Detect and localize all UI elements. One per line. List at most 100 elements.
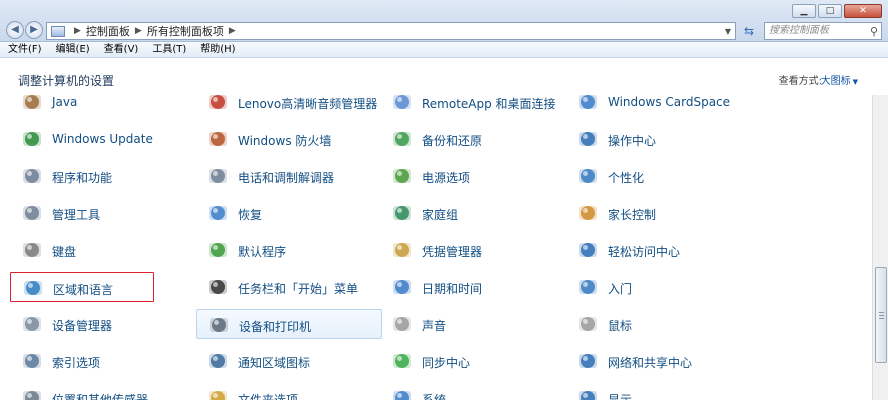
firewall-icon xyxy=(206,127,230,151)
breadcrumb-arrow-icon[interactable]: ▶ xyxy=(135,26,142,36)
taskbar-icon xyxy=(206,275,230,299)
control-panel-item[interactable]: 索引选项 xyxy=(10,346,180,376)
scroll-thumb[interactable] xyxy=(875,267,887,363)
title-bar: ▁ □ ✕ ◀ ▶ ▾ ▶ 控制面板 ▶ 所有控制面板项 ▶ ▼ ⇆ 搜索控制面… xyxy=(0,0,888,42)
control-panel-item-label: 日期和时间 xyxy=(422,282,483,296)
control-panel-item[interactable]: 管理工具 xyxy=(10,198,180,228)
control-panel-item[interactable]: 显示 xyxy=(566,383,736,400)
view-by-dropdown[interactable]: 大图标 ▼ xyxy=(821,72,858,87)
control-panel-item[interactable]: 鼠标 xyxy=(566,309,736,339)
close-button[interactable]: ✕ xyxy=(844,4,882,18)
breadcrumb-all-items[interactable]: 所有控制面板项 xyxy=(147,23,224,39)
cardspace-icon xyxy=(576,95,600,114)
control-panel-item-label: 凭据管理器 xyxy=(422,245,483,259)
control-panel-item-label: 鼠标 xyxy=(608,319,633,333)
control-panel-item[interactable]: 程序和功能 xyxy=(10,161,180,191)
control-panel-items: Java Lenovo高清晰音频管理器 RemoteApp 和桌面连接 Windows… xyxy=(0,95,872,400)
control-panel-item-label: 通知区域图标 xyxy=(238,356,311,370)
control-panel-item[interactable]: 位置和其他传感器 xyxy=(10,383,180,400)
back-button[interactable]: ◀ xyxy=(6,21,24,39)
getting-started-icon xyxy=(576,275,600,299)
control-panel-item[interactable]: 备份和还原 xyxy=(380,124,550,154)
breadcrumb-arrow-icon[interactable]: ▶ xyxy=(74,26,81,36)
control-panel-item-label: 键盘 xyxy=(52,245,77,259)
menu-edit[interactable]: 编辑(E) xyxy=(48,42,96,57)
content-header: 调整计算机的设置 查看方式: 大图标 ▼ xyxy=(0,59,888,95)
control-panel-item[interactable]: 同步中心 xyxy=(380,346,550,376)
control-panel-item-label: Windows 防火墙 xyxy=(238,134,332,148)
parental-controls-icon xyxy=(576,201,600,225)
control-panel-item[interactable]: 轻松访问中心 xyxy=(566,235,736,265)
date-time-icon xyxy=(390,275,414,299)
control-panel-item[interactable]: 默认程序 xyxy=(196,235,366,265)
sync-center-icon xyxy=(390,349,414,373)
control-panel-item[interactable]: 系统 xyxy=(380,383,550,400)
control-panel-item[interactable]: 键盘 xyxy=(10,235,180,265)
control-panel-item-label: Lenovo高清晰音频管理器 xyxy=(238,97,378,111)
control-panel-item[interactable]: 电话和调制解调器 xyxy=(196,161,366,191)
address-dropdown-icon[interactable]: ▼ xyxy=(725,27,731,36)
control-panel-item[interactable]: 文件夹选项 xyxy=(196,383,366,400)
personalization-icon xyxy=(576,164,600,188)
control-panel-item[interactable]: Lenovo高清晰音频管理器 xyxy=(196,95,377,117)
sound-icon xyxy=(390,312,414,336)
menu-file[interactable]: 文件(F) xyxy=(0,42,48,57)
control-panel-item-label: 程序和功能 xyxy=(52,171,113,185)
control-panel-item-label: 电话和调制解调器 xyxy=(238,171,335,185)
control-panel-item[interactable]: 区域和语言 xyxy=(10,272,154,302)
control-panel-item[interactable]: Windows Update xyxy=(10,124,180,154)
control-panel-item[interactable]: 凭据管理器 xyxy=(380,235,550,265)
java-icon xyxy=(20,95,44,114)
control-panel-item[interactable]: 入门 xyxy=(566,272,736,302)
control-panel-item[interactable]: 家长控制 xyxy=(566,198,736,228)
window-controls: ▁ □ ✕ xyxy=(792,4,882,18)
windows-update-icon xyxy=(20,127,44,151)
control-panel-item-label: 入门 xyxy=(608,282,633,296)
control-panel-item[interactable]: 个性化 xyxy=(566,161,736,191)
vertical-scrollbar[interactable] xyxy=(872,95,888,400)
notification-icon xyxy=(206,349,230,373)
control-panel-item[interactable]: 设备管理器 xyxy=(10,309,180,339)
menu-tools[interactable]: 工具(T) xyxy=(144,42,192,57)
breadcrumb-arrow-icon[interactable]: ▶ xyxy=(229,26,236,36)
control-panel-item-label: 恢复 xyxy=(238,208,263,222)
minimize-button[interactable]: ▁ xyxy=(792,4,816,18)
control-panel-item[interactable]: 声音 xyxy=(380,309,550,339)
refresh-icon[interactable]: ⇆ xyxy=(738,22,760,40)
control-panel-item[interactable]: 任务栏和「开始」菜单 xyxy=(196,272,366,302)
system-icon xyxy=(390,386,414,400)
address-bar[interactable]: ▶ 控制面板 ▶ 所有控制面板项 ▶ ▼ xyxy=(46,22,736,40)
maximize-button[interactable]: □ xyxy=(818,4,842,18)
page-title: 调整计算机的设置 xyxy=(18,74,115,88)
view-by-value: 大图标 xyxy=(820,76,851,87)
control-panel-item-label: 设备和打印机 xyxy=(239,320,312,334)
control-panel-item[interactable]: 电源选项 xyxy=(380,161,550,191)
control-panel-item[interactable]: RemoteApp 和桌面连接 xyxy=(380,95,556,117)
control-panel-item[interactable]: 设备和打印机 xyxy=(196,309,382,339)
control-panel-item[interactable]: 通知区域图标 xyxy=(196,346,366,376)
menu-bar: 文件(F) 编辑(E) 查看(V) 工具(T) 帮助(H) xyxy=(0,42,888,58)
search-icon[interactable]: ⚲ xyxy=(870,24,878,40)
control-panel-item[interactable]: 网络和共享中心 xyxy=(566,346,736,376)
control-panel-item[interactable]: 操作中心 xyxy=(566,124,736,154)
control-panel-item[interactable]: Java xyxy=(10,95,180,117)
default-programs-icon xyxy=(206,238,230,262)
menu-help[interactable]: 帮助(H) xyxy=(192,42,241,57)
control-panel-item-label: RemoteApp 和桌面连接 xyxy=(422,97,556,111)
homegroup-icon xyxy=(390,201,414,225)
menu-view[interactable]: 查看(V) xyxy=(96,42,145,57)
control-panel-item[interactable]: 恢复 xyxy=(196,198,366,228)
folder-options-icon xyxy=(206,386,230,400)
breadcrumb-control-panel[interactable]: 控制面板 xyxy=(86,23,130,39)
control-panel-item-label: Windows Update xyxy=(52,132,153,146)
action-center-icon xyxy=(576,127,600,151)
remote-desktop-icon xyxy=(390,95,414,114)
forward-button[interactable]: ▶ xyxy=(25,21,43,39)
control-panel-item-label: 电源选项 xyxy=(422,171,471,185)
control-panel-item[interactable]: 家庭组 xyxy=(380,198,550,228)
control-panel-item[interactable]: Windows 防火墙 xyxy=(196,124,366,154)
control-panel-item[interactable]: Windows CardSpace xyxy=(566,95,736,117)
search-input[interactable]: 搜索控制面板 ⚲ xyxy=(764,22,882,40)
control-panel-item-label: 家长控制 xyxy=(608,208,657,222)
control-panel-item[interactable]: 日期和时间 xyxy=(380,272,550,302)
